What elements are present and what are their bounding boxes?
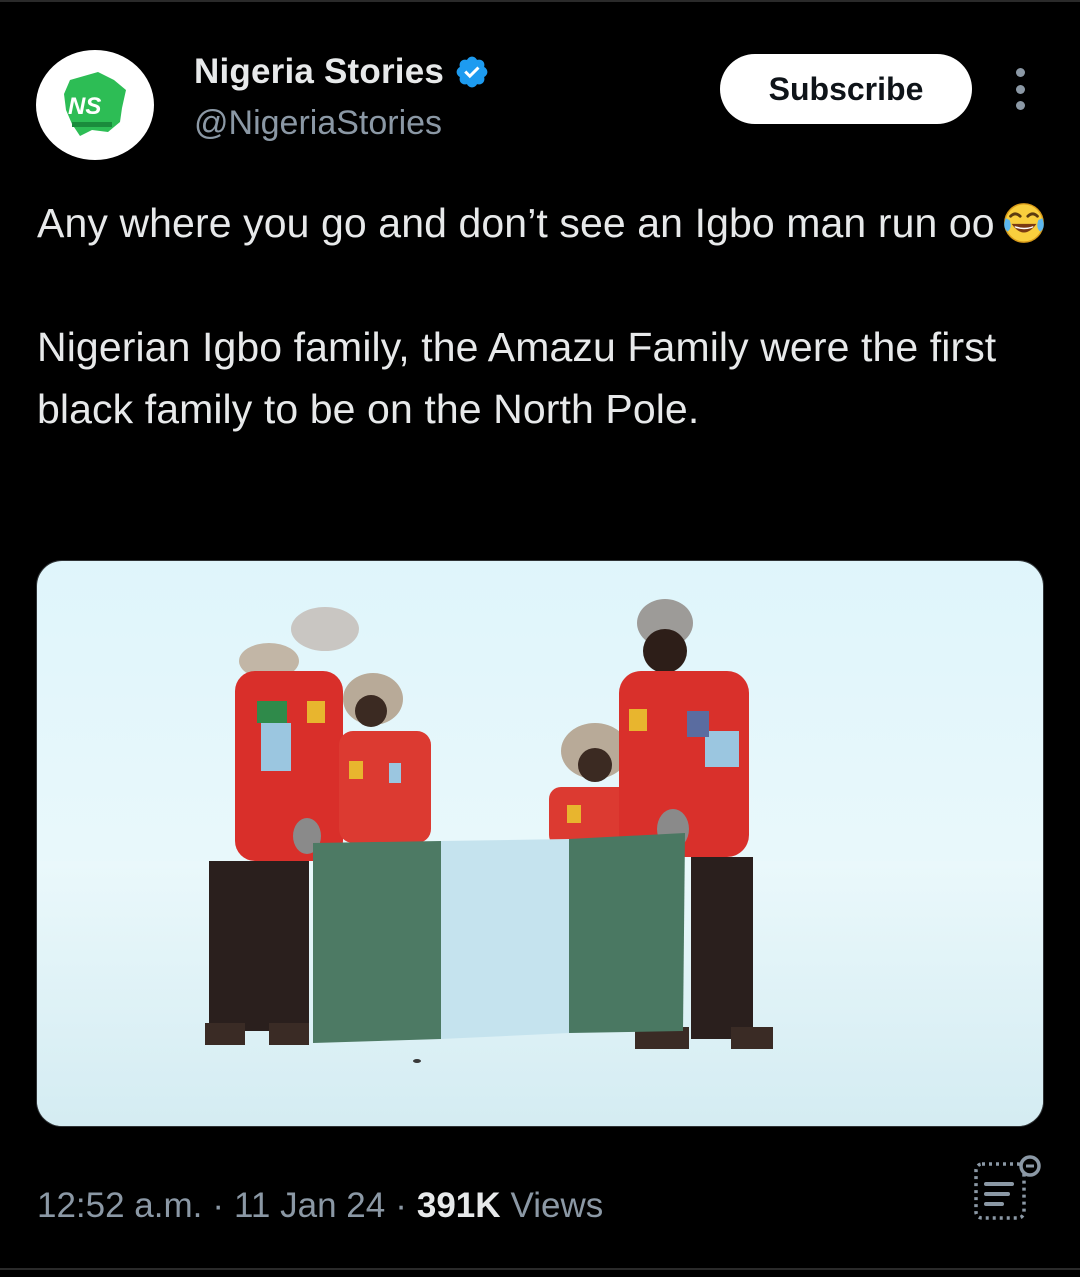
account-handle[interactable]: @NigeriaStories	[194, 104, 442, 143]
tweet-date[interactable]: 11 Jan 24	[234, 1186, 385, 1226]
tweet-text-line-1: Any where you go and don’t see an Igbo m…	[37, 192, 1047, 254]
face-with-tears-of-joy-icon	[1003, 203, 1044, 243]
more-vertical-icon[interactable]	[1008, 68, 1032, 110]
tweet-meta: 12:52 a.m. · 11 Jan 24 · 391K Views	[37, 1186, 603, 1226]
subscribe-button[interactable]: Subscribe	[720, 54, 972, 124]
bottom-divider	[0, 1268, 1080, 1270]
views-count: 391K	[416, 1186, 501, 1225]
tweet-time[interactable]: 12:52 a.m.	[37, 1186, 202, 1226]
account-name-row: Nigeria Stories	[194, 50, 490, 94]
tweet-text: Any where you go and don’t see an Igbo m…	[37, 192, 1047, 440]
analytics-icon[interactable]	[968, 1154, 1046, 1224]
svg-text:NS: NS	[68, 93, 101, 120]
avatar[interactable]: NS	[36, 50, 154, 160]
verified-badge-icon	[456, 56, 488, 88]
tweet-photo[interactable]	[36, 560, 1044, 1127]
views-label: Views	[510, 1186, 604, 1225]
photo-image	[37, 561, 1043, 1126]
tweet-text-line-2: Nigerian Igbo family, the Amazu Family w…	[37, 324, 997, 432]
account-name[interactable]: Nigeria Stories	[194, 52, 444, 92]
separator-1: ·	[212, 1186, 225, 1225]
separator-2: ·	[395, 1186, 407, 1225]
top-divider	[0, 0, 1080, 2]
nigeria-stories-logo-icon: NS	[64, 72, 126, 136]
tweet-header: NS Nigeria Stories @NigeriaStories Subsc…	[36, 50, 1046, 162]
